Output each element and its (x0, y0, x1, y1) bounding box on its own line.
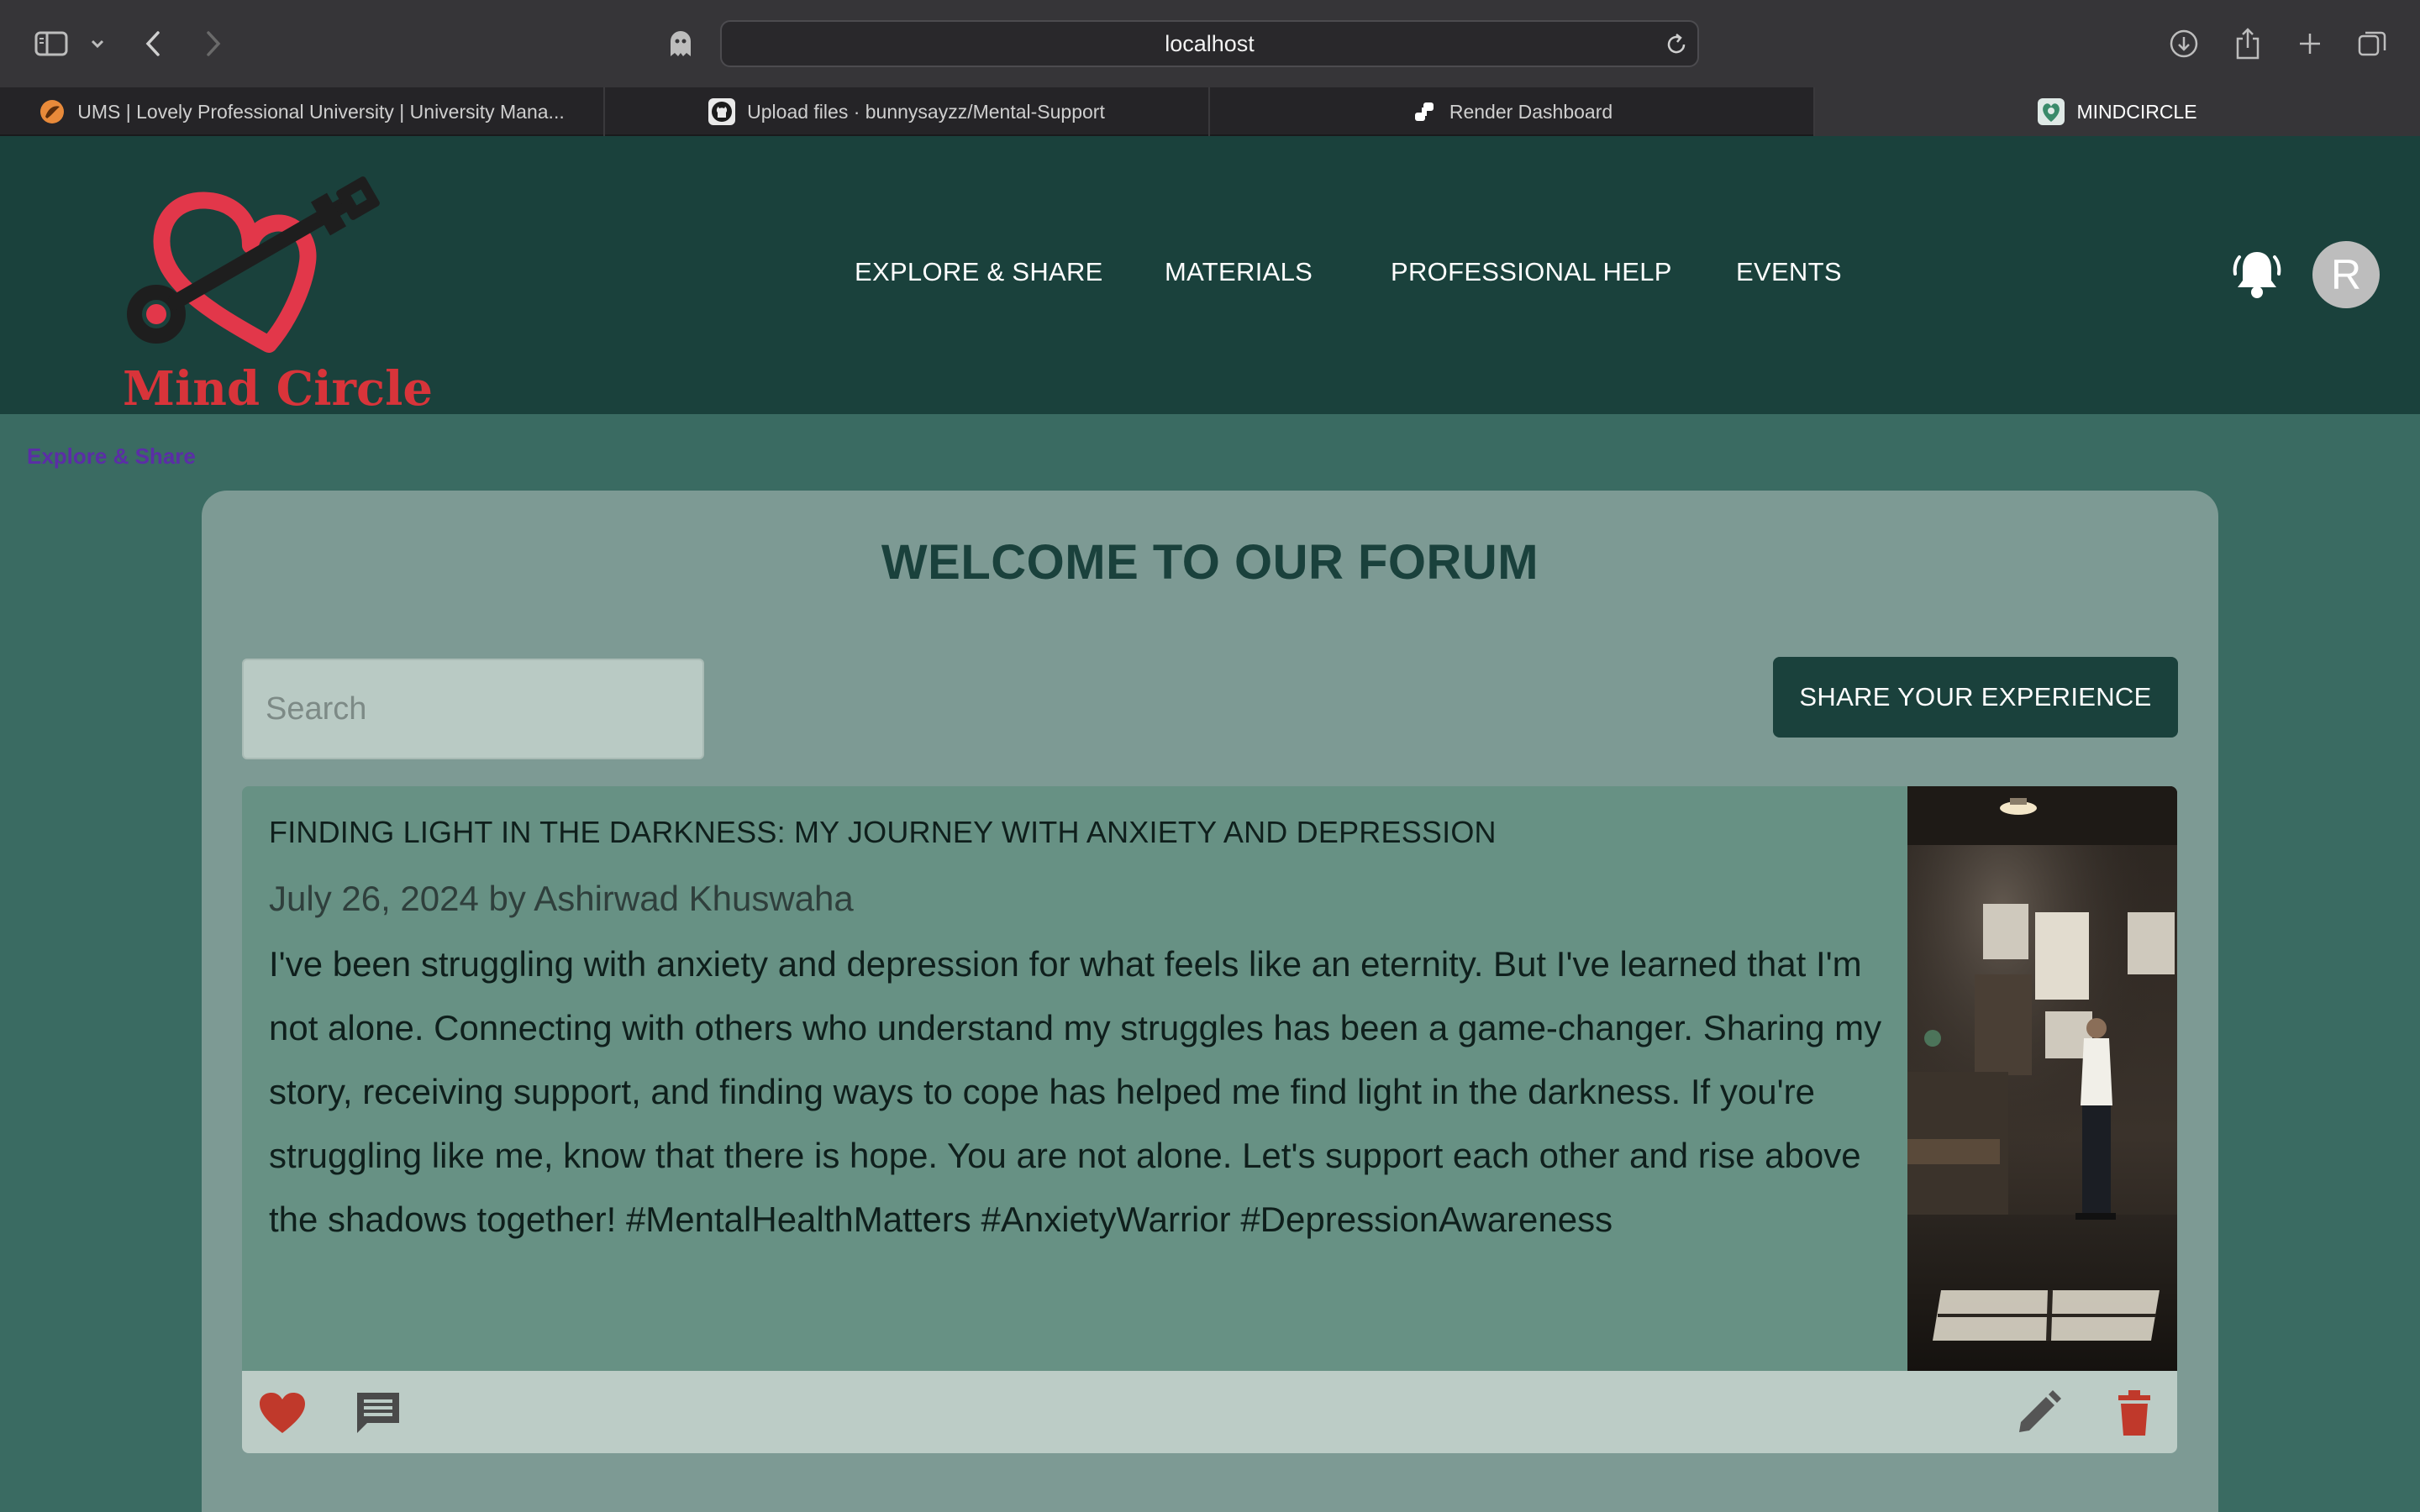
back-icon[interactable] (138, 22, 168, 66)
nav-materials[interactable]: MATERIALS (1165, 247, 1313, 297)
comment-icon[interactable] (353, 1388, 403, 1438)
tab-mindcircle[interactable]: MINDCIRCLE (1815, 87, 2420, 136)
tab-overview-icon[interactable] (2354, 22, 2390, 66)
logo-text: Mind Circle (123, 361, 433, 417)
privacy-ghost-icon[interactable] (664, 22, 697, 66)
like-heart-icon[interactable] (257, 1388, 308, 1438)
downloads-icon[interactable] (2166, 22, 2202, 66)
reload-icon[interactable] (1664, 32, 1689, 61)
user-avatar[interactable]: R (2312, 241, 2380, 308)
site-header: Mind Circle EXPLORE & SHARE MATERIALS PR… (0, 136, 2420, 417)
url-text: localhost (1165, 31, 1255, 56)
delete-trash-icon[interactable] (2109, 1388, 2160, 1438)
forward-icon[interactable] (198, 22, 229, 66)
share-icon[interactable] (2230, 22, 2265, 66)
mindcircle-icon (2038, 98, 2065, 125)
post-meta: July 26, 2024 by Ashirwad Khuswaha (269, 879, 854, 918)
edit-pencil-icon[interactable] (2013, 1388, 2064, 1438)
new-tab-icon[interactable] (2292, 22, 2328, 66)
search-input[interactable] (242, 659, 704, 759)
post-image (1907, 786, 2177, 1371)
page-title: WELCOME TO OUR FORUM (881, 535, 1539, 590)
post-actions (242, 1371, 2177, 1453)
share-experience-button[interactable]: SHARE YOUR EXPERIENCE (1773, 657, 2178, 738)
lpu-icon (39, 98, 66, 125)
tab-label: MINDCIRCLE (2076, 100, 2197, 123)
forum-panel: WELCOME TO OUR FORUM SHARE YOUR EXPERIEN… (202, 491, 2218, 1512)
render-icon (1411, 98, 1438, 125)
chevron-down-icon[interactable] (87, 22, 108, 66)
sidebar-toggle-icon[interactable] (32, 22, 71, 66)
post-body: I've been struggling with anxiety and de… (269, 944, 1882, 1239)
breadcrumb[interactable]: Explore & Share (27, 444, 196, 470)
nav-events[interactable]: EVENTS (1736, 247, 1842, 297)
notification-bell-icon[interactable] (2233, 249, 2281, 305)
tab-render[interactable]: Render Dashboard (1210, 87, 1815, 136)
browser-toolbar: localhost (0, 0, 2420, 87)
tab-ums[interactable]: UMS | Lovely Professional University | U… (0, 87, 605, 136)
tab-strip: UMS | Lovely Professional University | U… (0, 87, 2420, 136)
address-bar[interactable]: localhost (720, 20, 1699, 67)
github-icon (708, 98, 736, 125)
tab-label: UMS | Lovely Professional University | U… (77, 100, 565, 123)
tab-label: Render Dashboard (1449, 100, 1613, 123)
nav-professional-help[interactable]: PROFESSIONAL HELP (1391, 247, 1672, 297)
tab-label: Upload files · bunnysayzz/Mental-Support (747, 100, 1105, 123)
main-nav: EXPLORE & SHARE MATERIALS PROFESSIONAL H… (0, 247, 2420, 297)
tab-github[interactable]: Upload files · bunnysayzz/Mental-Support (605, 87, 1210, 136)
post-title[interactable]: FINDING LIGHT IN THE DARKNESS: MY JOURNE… (269, 815, 1497, 850)
nav-explore-share[interactable]: EXPLORE & SHARE (855, 247, 1103, 297)
post-card[interactable]: FINDING LIGHT IN THE DARKNESS: MY JOURNE… (242, 786, 2177, 1371)
